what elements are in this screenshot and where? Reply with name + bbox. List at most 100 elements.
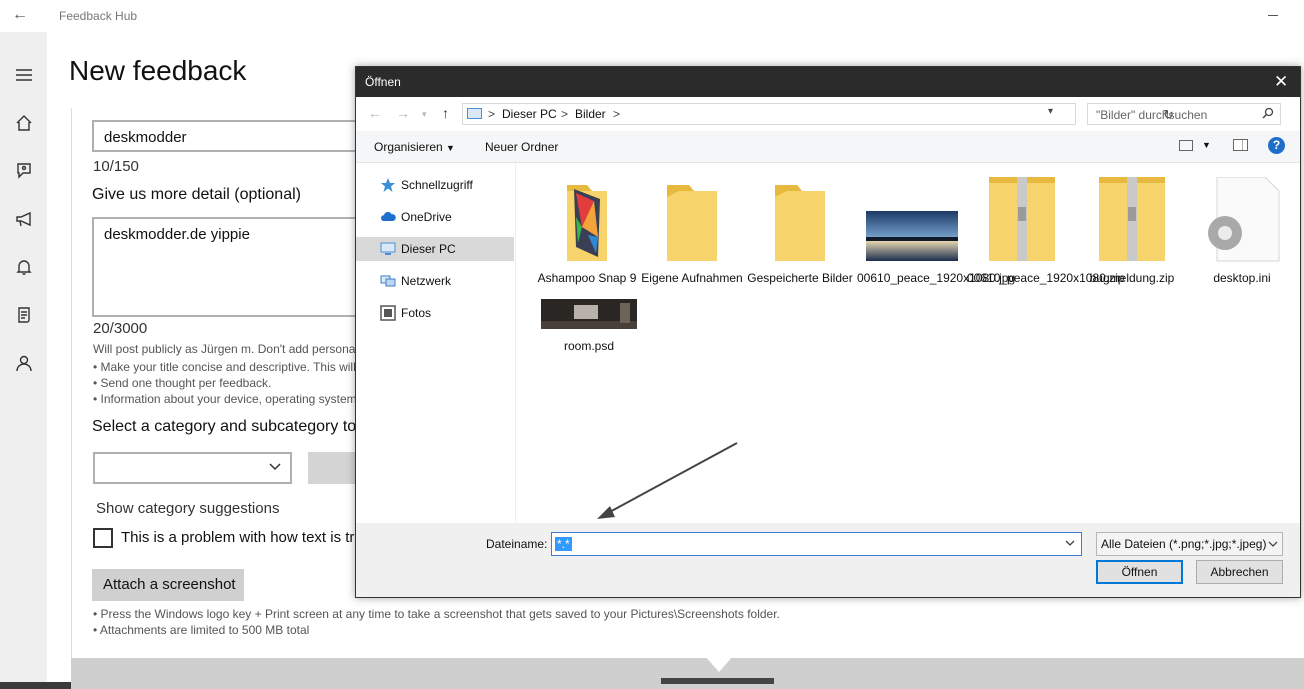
sidebar-item-label: Fotos: [401, 306, 432, 320]
search-placeholder: "Bilder" durchsuchen: [1096, 108, 1208, 122]
view-options-icon[interactable]: [1179, 140, 1193, 151]
address-bar-row: ← → ▾ ↑ > Dieser PC > Bilder > ▾ ↻ "Bild…: [356, 97, 1300, 131]
submit-bar[interactable]: [661, 678, 774, 684]
preview-pane-icon[interactable]: [1233, 139, 1248, 151]
announcements-icon[interactable]: [11, 206, 37, 232]
new-folder-button[interactable]: Neuer Ordner: [485, 140, 558, 154]
network-icon: [380, 275, 396, 287]
profile-icon[interactable]: [11, 350, 37, 376]
chevron-down-icon[interactable]: ▼: [1202, 140, 1211, 150]
quests-icon[interactable]: [11, 302, 37, 328]
star-icon: [381, 178, 395, 192]
file-name: desktop.ini: [1213, 271, 1271, 285]
up-arrow-icon[interactable]: ↑: [442, 105, 449, 121]
detail-char-count: 20/3000: [93, 320, 148, 337]
home-icon[interactable]: [11, 110, 37, 136]
tip-item: • Send one thought per feedback.: [93, 376, 272, 390]
back-button[interactable]: ←: [12, 6, 28, 24]
file-item[interactable]: Eigene Aufnahmen: [637, 177, 747, 286]
file-name: Ashampoo Snap 9: [537, 271, 637, 285]
file-item[interactable]: Ashampoo Snap 9: [532, 177, 642, 286]
cloud-icon: [381, 211, 396, 221]
nav-rail: [0, 32, 47, 689]
tip-item: • Make your title concise and descriptiv…: [93, 360, 356, 374]
breadcrumb-separator: >: [613, 107, 621, 121]
post-publicly-note: Will post publicly as Jürgen m. Don't ad…: [93, 342, 359, 356]
cancel-button[interactable]: Abbrechen: [1196, 560, 1283, 584]
feedback-icon[interactable]: [11, 158, 37, 184]
file-item[interactable]: bugmeldung.zip: [1077, 177, 1187, 286]
computer-icon: [380, 242, 396, 255]
file-name: 00610_peace_1920x1080.jpg: [857, 271, 1016, 285]
organize-menu[interactable]: Organisieren ▼: [374, 140, 455, 154]
dialog-titlebar: Öffnen ✕: [356, 67, 1300, 97]
file-item[interactable]: 00610_peace_1920x1080.jpg: [857, 177, 1016, 286]
filetype-select[interactable]: Alle Dateien (*.png;*.jpg;*.jpeg): [1096, 532, 1283, 556]
settings-file-icon: [1187, 176, 1297, 271]
search-input[interactable]: "Bilder" durchsuchen: [1087, 103, 1281, 125]
zip-folder-icon: [967, 177, 1077, 271]
folder-icon: [637, 177, 747, 271]
sidebar-item-photos[interactable]: Fotos: [356, 301, 514, 325]
sidebar-item-quick-access[interactable]: Schnellzugriff: [356, 173, 514, 197]
file-name: Gespeicherte Bilder: [747, 271, 853, 285]
breadcrumb-separator: >: [561, 107, 569, 121]
file-list: Ashampoo Snap 9 Eigene Aufnahmen Gespeic…: [517, 163, 1300, 523]
close-icon[interactable]: ✕: [1274, 72, 1288, 92]
category-dropdown[interactable]: [93, 452, 292, 484]
filetype-value: Alle Dateien (*.png;*.jpg;*.jpeg): [1101, 537, 1267, 551]
chevron-down-icon: [1268, 538, 1278, 552]
sidebar-item-network[interactable]: Netzwerk: [356, 269, 514, 293]
page-title: New feedback: [69, 55, 247, 86]
search-icon: [1262, 107, 1274, 122]
subcategory-dropdown[interactable]: [308, 452, 356, 484]
filename-label: Dateiname:: [486, 537, 548, 551]
folder-icon: [532, 177, 642, 271]
menu-icon[interactable]: [11, 62, 37, 88]
filename-input[interactable]: *.*: [551, 532, 1082, 556]
breadcrumb-pictures[interactable]: Bilder: [575, 107, 606, 121]
attach-screenshot-button[interactable]: Attach a screenshot: [92, 569, 244, 601]
sidebar-item-label: Netzwerk: [401, 274, 452, 288]
breadcrumb-separator: >: [488, 107, 496, 121]
recent-locations-icon[interactable]: ▾: [422, 109, 427, 120]
file-item[interactable]: Gespeicherte Bilder: [745, 177, 855, 286]
sidebar-item-label: Schnellzugriff: [401, 178, 473, 192]
zip-folder-icon: [1077, 177, 1187, 271]
file-name: 00610_peace_1920x1080.zip: [967, 271, 1125, 285]
breadcrumb-this-pc[interactable]: Dieser PC: [502, 107, 557, 121]
help-icon[interactable]: ?: [1268, 137, 1285, 154]
attach-note: • Attachments are limited to 500 MB tota…: [93, 623, 310, 637]
address-box[interactable]: > Dieser PC > Bilder > ▾ ↻: [462, 103, 1174, 125]
text-problem-label: This is a problem with how text is tr: [121, 529, 355, 546]
bottom-bar: [71, 656, 1304, 689]
sidebar-item-onedrive[interactable]: OneDrive: [356, 205, 514, 229]
chevron-down-icon[interactable]: [1065, 538, 1075, 551]
title-input[interactable]: deskmodder: [92, 120, 392, 152]
text-problem-checkbox[interactable]: [93, 528, 113, 548]
file-item[interactable]: room.psd: [534, 291, 644, 354]
sidebar-item-label: OneDrive: [401, 210, 452, 224]
title-char-count: 10/150: [93, 158, 139, 175]
app-title: Feedback Hub: [59, 9, 138, 23]
sidebar-item-this-pc[interactable]: Dieser PC: [356, 237, 514, 261]
file-item[interactable]: desktop.ini: [1187, 176, 1297, 286]
minimize-button[interactable]: [1262, 4, 1292, 24]
file-name: Eigene Aufnahmen: [641, 271, 743, 285]
back-arrow-icon[interactable]: ←: [368, 105, 382, 121]
chevron-down-icon[interactable]: ▾: [1048, 106, 1053, 117]
show-suggestions-link[interactable]: Show category suggestions: [96, 500, 279, 517]
open-file-dialog: Öffnen ✕ ← → ▾ ↑ > Dieser PC > Bilder > …: [355, 66, 1301, 598]
image-thumbnail: [857, 177, 967, 271]
notifications-icon[interactable]: [11, 254, 37, 280]
file-name: room.psd: [563, 339, 615, 353]
forward-arrow-icon[interactable]: →: [396, 105, 410, 121]
detail-textarea[interactable]: deskmodder.de yippie: [92, 217, 392, 317]
file-name: bugmeldung.zip: [1089, 271, 1175, 285]
navigation-pane: Schnellzugriff OneDrive Dieser PC Netzwe…: [356, 163, 516, 523]
file-item[interactable]: 00610_peace_1920x1080.zip: [967, 177, 1125, 286]
filename-value: *.*: [555, 537, 572, 551]
detail-label: Give us more detail (optional): [92, 186, 301, 203]
open-button[interactable]: Öffnen: [1096, 560, 1183, 584]
computer-icon: [467, 108, 482, 119]
